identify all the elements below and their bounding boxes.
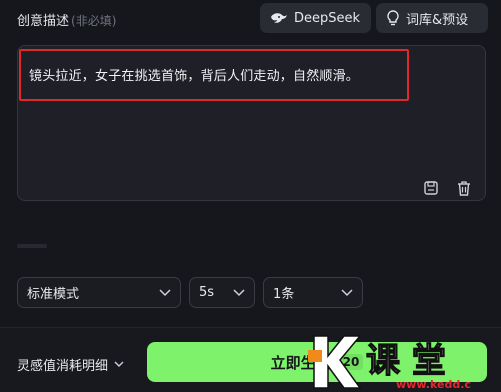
deepseek-whale-icon xyxy=(271,13,287,23)
library-label: 词库&预设 xyxy=(406,12,469,28)
prompt-text: 镜头拉近，女子在挑选首饰，背后人们走动，自然顺滑。 xyxy=(29,69,360,84)
mode-select[interactable]: 标准模式 xyxy=(17,277,181,308)
site-watermark-logo: 课 堂 www.kedd.c xyxy=(308,335,471,391)
watermark-url: www.kedd.c xyxy=(396,378,471,391)
title-text: 创意描述 xyxy=(17,14,70,29)
chevron-down-icon xyxy=(233,288,245,296)
save-icon[interactable] xyxy=(421,178,441,198)
cost-details-label: 灵感值消耗明细 xyxy=(17,359,109,374)
mode-value: 标准模式 xyxy=(27,287,80,302)
deepseek-button[interactable]: DeepSeek xyxy=(260,3,371,33)
count-select[interactable]: 1条 xyxy=(263,277,363,308)
optional-hint: (非必填) xyxy=(71,14,117,28)
library-preset-button[interactable]: 词库&预设 xyxy=(376,3,488,33)
lightbulb-icon xyxy=(387,10,399,26)
watermark-brand: 课 堂 xyxy=(366,341,446,381)
count-value: 1条 xyxy=(273,287,295,302)
deepseek-label: DeepSeek xyxy=(294,10,361,26)
chevron-down-icon xyxy=(114,361,124,367)
duration-value: 5s xyxy=(199,285,215,300)
cost-details-toggle[interactable]: 灵感值消耗明细 xyxy=(17,355,124,374)
trash-icon[interactable] xyxy=(454,178,474,198)
clipped-section-label xyxy=(17,244,47,248)
prompt-section-title: 创意描述 (非必填) xyxy=(17,10,116,29)
chevron-down-icon xyxy=(159,288,171,296)
duration-select[interactable]: 5s xyxy=(189,277,255,308)
chevron-down-icon xyxy=(341,288,353,296)
